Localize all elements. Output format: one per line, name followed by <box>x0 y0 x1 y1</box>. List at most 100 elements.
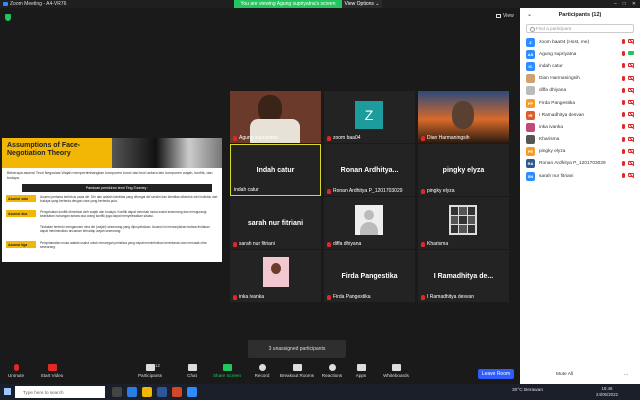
view-options-button[interactable]: View Options ⌄ <box>342 0 382 8</box>
word-icon[interactable] <box>157 387 167 397</box>
zoom-logo-icon <box>3 2 8 6</box>
file-explorer-icon[interactable] <box>142 387 152 397</box>
participant-status <box>622 63 634 69</box>
video-tile-ramadhitya[interactable]: I Ramadhitya de... I Ramadhitya desvan <box>418 250 509 302</box>
participant-name: sarah nur fitriani <box>539 173 574 179</box>
participant-row[interactable]: IR I Ramadhitya desvan <box>520 109 640 121</box>
tile-name: Dian Harmaningsih <box>421 135 470 141</box>
video-tile-pingky[interactable]: pingky elyza pingky elyza <box>418 144 509 196</box>
collapse-icon[interactable]: ⌄ <box>527 11 532 18</box>
leave-room-button[interactable]: Leave Room <box>478 369 514 379</box>
chat-icon <box>187 364 197 371</box>
task-view-icon[interactable] <box>112 387 122 397</box>
participant-status <box>622 51 634 57</box>
participant-row[interactable]: Dian Harmaningsih <box>520 73 640 85</box>
whiteboards-button[interactable]: Whiteboards <box>376 364 416 378</box>
mic-off-icon <box>233 294 237 300</box>
more-options-button[interactable]: ... <box>624 371 628 377</box>
unassigned-participants-popup[interactable]: 3 unassigned participants <box>248 340 346 358</box>
windows-taskbar: Type here to search 30°C Berawan 18:48 2… <box>0 384 640 400</box>
participant-row[interactable]: AS Agung supriyatna <box>520 48 640 60</box>
apps-icon <box>356 364 366 371</box>
mic-off-icon <box>622 148 625 154</box>
edge-icon[interactable] <box>127 387 137 397</box>
avatar <box>526 122 535 132</box>
participants-icon <box>145 364 155 371</box>
participant-name: indah catur <box>539 63 563 69</box>
slide-photo <box>112 138 222 168</box>
avatar: Z <box>355 101 383 129</box>
taskbar-search-input[interactable]: Type here to search <box>15 386 105 398</box>
tile-name: Ronan Ardhitya P_1201703029 <box>327 188 403 194</box>
video-tile-firda[interactable]: Firda Pangestika Firda Pangestika <box>324 250 415 302</box>
meeting-toolbar: Unmute Start Video Participants 12 Chat … <box>0 362 520 384</box>
whiteboards-icon <box>391 364 401 371</box>
grid-icon <box>496 14 501 18</box>
participant-status <box>622 136 634 142</box>
breakout-rooms-icon <box>292 364 302 371</box>
participant-row[interactable]: FP Firda Pangestika <box>520 97 640 109</box>
video-tile-diffa[interactable]: diffa dhiyana <box>324 197 415 249</box>
video-tile-agung[interactable]: Agung supriyatna <box>230 91 321 143</box>
tile-name: I Ramadhitya desvan <box>421 294 474 300</box>
participant-row[interactable]: Kharisma <box>520 134 640 146</box>
minimize-icon[interactable]: – <box>614 1 617 7</box>
taskbar-clock[interactable]: 18:48 24/05/2022 <box>596 386 618 397</box>
video-tile-kharisma[interactable]: Kharisma <box>418 197 509 249</box>
start-video-button[interactable]: Start Video <box>32 364 72 378</box>
meeting-area: View Assumptions of Face-Negotiation The… <box>0 8 520 362</box>
participant-status <box>622 173 634 179</box>
video-tile-inka[interactable]: inka ivanka <box>230 250 321 302</box>
view-label: View <box>503 13 514 19</box>
participant-video <box>452 101 474 129</box>
security-shield-icon[interactable] <box>5 14 11 21</box>
apps-button[interactable]: Apps <box>341 364 381 378</box>
maximize-icon[interactable]: □ <box>623 1 626 7</box>
video-tile-sarah[interactable]: sarah nur fitriani sarah nur fitriani <box>230 197 321 249</box>
weather-status[interactable]: 30°C Berawan <box>512 388 543 393</box>
mic-off-icon <box>421 241 425 247</box>
participant-row[interactable]: Zzoom baa04 (Host, me) <box>520 36 640 48</box>
participant-row[interactable]: diffa dhiyana <box>520 85 640 97</box>
share-screen-icon <box>222 364 232 371</box>
breakout-rooms-button[interactable]: Breakout Rooms <box>277 364 317 378</box>
video-tile-ronan[interactable]: Ronan Ardhitya... Ronan Ardhitya P_12017… <box>324 144 415 196</box>
mic-off-icon <box>421 135 425 141</box>
participant-row[interactable]: PE pingky elyza <box>520 146 640 158</box>
unmute-button[interactable]: Unmute <box>0 364 36 378</box>
participant-row[interactable]: inka ivanka <box>520 121 640 133</box>
view-button[interactable]: View <box>496 13 514 19</box>
video-tile-dian[interactable]: Dian Harmaningsih <box>418 91 509 143</box>
mute-all-button[interactable]: Mute All <box>556 370 576 378</box>
reactions-icon <box>328 364 336 371</box>
participant-row[interactable]: SN sarah nur fitriani <box>520 170 640 182</box>
mic-off-icon <box>421 188 425 194</box>
slide-row-text: Penyelamatan muka adalah usaha untuk men… <box>40 241 207 249</box>
participant-row[interactable]: IC indah catur <box>520 60 640 72</box>
avatar: Z <box>526 37 535 47</box>
close-icon[interactable]: ✕ <box>632 1 636 7</box>
participant-search-input[interactable]: Find a participant <box>526 24 634 33</box>
participant-status <box>622 87 634 93</box>
video-tile-zoom-baa04[interactable]: Z zoom baa04 <box>324 91 415 143</box>
slide-row-label: Asumsi tiga <box>6 241 36 248</box>
participant-status <box>622 148 634 154</box>
participant-name: zoom baa04 (Host, me) <box>539 39 590 45</box>
share-screen-button[interactable]: Share Screen <box>207 364 247 378</box>
zoom-app-icon[interactable] <box>187 387 197 397</box>
video-on-icon <box>628 51 634 56</box>
mic-off-icon <box>622 39 625 44</box>
video-tile-indah[interactable]: Indah catur indah catur <box>230 144 321 196</box>
participant-row[interactable]: RA Ronan Ardhitya P_1201703029 <box>520 158 640 170</box>
avatar <box>449 205 477 235</box>
powerpoint-icon[interactable] <box>172 387 182 397</box>
avatar: IR <box>526 110 535 120</box>
chat-button[interactable]: Chat <box>172 364 212 378</box>
participants-button[interactable]: Participants 12 <box>130 363 170 378</box>
record-button[interactable]: Record <box>242 364 282 378</box>
participant-name: Agung supriyatna <box>539 51 577 57</box>
participant-name: Ronan Ardhitya P_1201703029 <box>539 161 606 167</box>
windows-start-icon[interactable] <box>4 388 11 395</box>
avatar <box>263 257 289 287</box>
participant-name: I Ramadhitya desvan <box>539 112 585 118</box>
